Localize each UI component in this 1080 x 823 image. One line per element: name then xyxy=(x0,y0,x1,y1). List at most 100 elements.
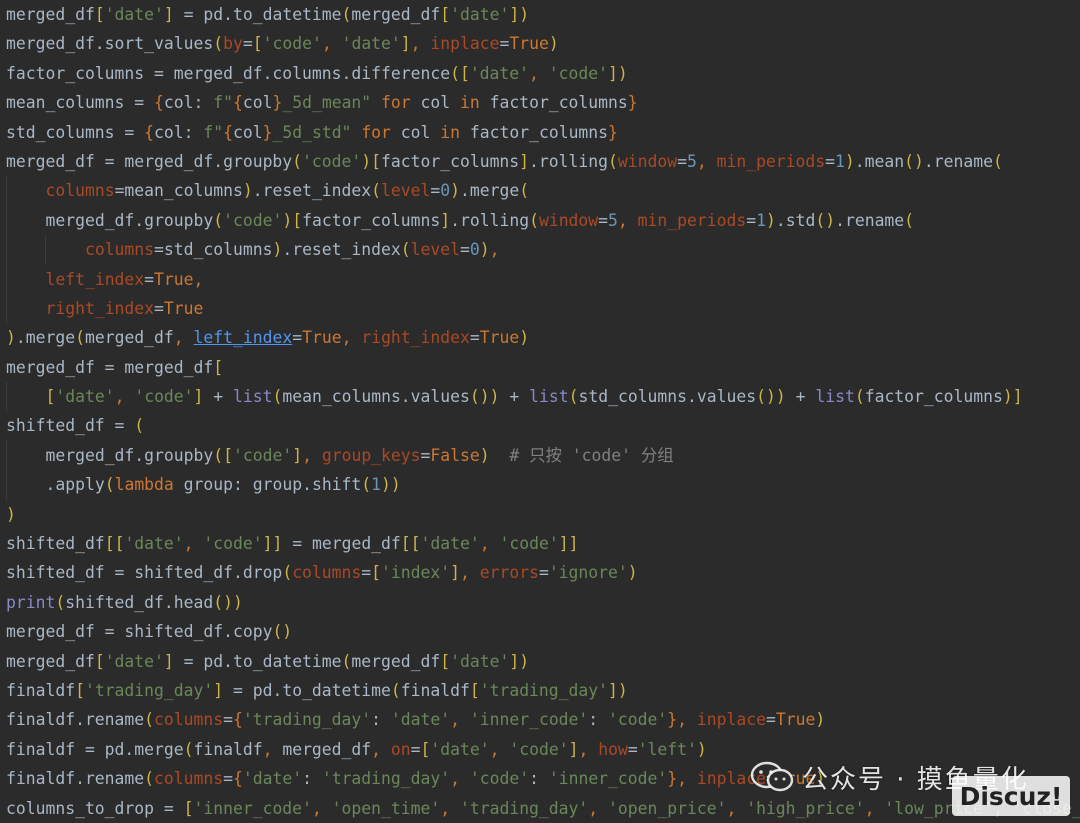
code-line[interactable]: merged_df.groupby(['code'], group_keys=F… xyxy=(6,440,1080,471)
code-token: , xyxy=(489,739,510,759)
code-token: 'date' xyxy=(450,5,510,24)
code-token: =std_columns xyxy=(154,240,273,260)
code-token: ) xyxy=(282,210,293,230)
code-line[interactable]: ) xyxy=(6,500,1080,529)
code-token: , xyxy=(588,798,609,818)
code-token: { xyxy=(232,710,243,730)
code-line[interactable]: left_index=True, xyxy=(6,264,1080,294)
code-token: = xyxy=(292,328,303,348)
wechat-icon xyxy=(750,761,794,792)
code-token: , xyxy=(479,534,500,554)
code-token: , xyxy=(371,739,391,759)
code-token: [ xyxy=(371,563,382,583)
code-line[interactable]: ).merge(merged_df, left_index=True, righ… xyxy=(6,323,1080,352)
discuz-badge: Discuz! xyxy=(952,776,1070,816)
code-token: , xyxy=(696,151,717,171)
code-line[interactable]: shifted_df = shifted_df.drop(columns=['i… xyxy=(6,558,1080,587)
code-token: 'ignore' xyxy=(548,563,628,583)
code-token: .rolling xyxy=(450,210,530,230)
code-token: [ xyxy=(459,63,470,83)
code-token: .reset_index xyxy=(282,240,401,260)
code-token: { xyxy=(233,93,243,113)
code-token: in xyxy=(440,122,461,142)
code-token: , xyxy=(410,34,431,54)
code-token: ) xyxy=(815,710,826,730)
code-token: + xyxy=(203,387,234,407)
code-line[interactable]: print(shifted_df.head()) xyxy=(6,588,1080,617)
code-line[interactable]: finaldf.rename(columns={'trading_day': '… xyxy=(6,705,1080,734)
code-token: True xyxy=(509,34,549,54)
code-token: 'code' xyxy=(608,710,668,730)
code-token: factor_columns = merged_df.columns.diffe… xyxy=(6,63,451,83)
code-line[interactable]: merged_df = shifted_df.copy() xyxy=(6,617,1080,646)
code-token: [ xyxy=(45,387,56,407)
code-token: merged_df = shifted_df.copy xyxy=(6,622,273,642)
code-token: [ xyxy=(213,357,224,377)
code-token: 'code' xyxy=(134,387,194,407)
code-token: 0 xyxy=(469,240,480,260)
code-token: () xyxy=(815,210,836,230)
code-token: 'trading_day' xyxy=(84,680,214,700)
code-token: ] xyxy=(519,151,530,171)
code-token: factor_columns xyxy=(302,210,441,230)
code-token: .apply xyxy=(45,475,105,495)
code-line[interactable]: merged_df['date'] = pd.to_datetime(merge… xyxy=(6,647,1080,676)
code-token: False xyxy=(430,445,480,465)
code-token: = merged_df xyxy=(282,534,401,554)
code-token: , xyxy=(726,798,747,818)
code-token: ) xyxy=(617,63,628,83)
code-token: 'code' xyxy=(233,445,293,465)
code-token: _5d_std" xyxy=(272,122,352,142)
code-line[interactable]: std_columns = {col: f"{col}_5d_std" for … xyxy=(6,118,1080,147)
code-token: , xyxy=(193,269,204,289)
code-token: ( xyxy=(144,769,155,789)
code-line[interactable]: finaldf['trading_day'] = pd.to_datetime(… xyxy=(6,676,1080,705)
code-line[interactable]: merged_df.groupby('code')[factor_columns… xyxy=(6,205,1080,236)
code-token: columns xyxy=(154,710,224,730)
code-token: 'code' xyxy=(509,739,569,759)
code-line[interactable]: merged_df.sort_values(by=['code', 'date'… xyxy=(6,29,1080,58)
code-line[interactable]: right_index=True xyxy=(6,293,1080,324)
code-token: True xyxy=(302,328,342,348)
code-token: 'left' xyxy=(637,739,697,759)
code-token: =mean_columns xyxy=(114,181,243,201)
code-token: 'code' xyxy=(469,769,530,789)
code-token: () xyxy=(469,387,490,407)
code-token: ( xyxy=(282,563,293,583)
code-token: = xyxy=(223,710,233,730)
code-token: = xyxy=(677,151,687,171)
code-token: , xyxy=(183,534,204,554)
code-token: , xyxy=(173,328,194,348)
code-token: finaldf.rename xyxy=(6,769,145,789)
code-token: merged_df = merged_df xyxy=(6,357,214,377)
code-line[interactable]: ['date', 'code'] + list(mean_columns.val… xyxy=(6,382,1080,412)
code-line[interactable]: .apply(lambda group: group.shift(1)) xyxy=(6,470,1080,500)
code-token: [ xyxy=(420,739,431,759)
code-token: ( xyxy=(341,651,352,671)
code-token: 1 xyxy=(371,475,382,495)
code-token: ] xyxy=(440,210,451,230)
code-token: { xyxy=(232,769,243,789)
code-line[interactable]: columns=mean_columns).reset_index(level=… xyxy=(6,176,1080,206)
code-token: = xyxy=(538,563,549,583)
code-line[interactable]: factor_columns = merged_df.columns.diffe… xyxy=(6,59,1080,88)
code-token: , xyxy=(311,798,332,818)
code-token: 'inner_code' xyxy=(469,710,589,730)
code-token: 'date' xyxy=(341,34,401,54)
code-line[interactable]: columns=std_columns).reset_index(level=0… xyxy=(6,235,1080,265)
code-token: _5d_mean" xyxy=(282,93,372,113)
code-token: + xyxy=(785,387,816,407)
code-line[interactable]: merged_df = merged_df.groupby('code')[fa… xyxy=(6,147,1080,176)
code-line[interactable]: merged_df = merged_df[ xyxy=(6,353,1080,382)
code-token: , xyxy=(440,798,460,818)
code-token: ) xyxy=(390,475,401,495)
code-line[interactable]: mean_columns = {col: f"{col}_5d_mean" fo… xyxy=(6,88,1080,117)
indent-guide xyxy=(6,235,7,265)
code-token: shifted_df = shifted_df.drop xyxy=(6,563,283,583)
code-line[interactable]: shifted_df[['date', 'code']] = merged_df… xyxy=(6,529,1080,558)
code-line[interactable]: merged_df['date'] = pd.to_datetime(merge… xyxy=(6,0,1080,29)
code-editor[interactable]: merged_df['date'] = pd.to_datetime(merge… xyxy=(6,0,1080,823)
code-token: [ xyxy=(114,534,125,554)
code-line[interactable]: shifted_df = ( xyxy=(6,411,1080,440)
